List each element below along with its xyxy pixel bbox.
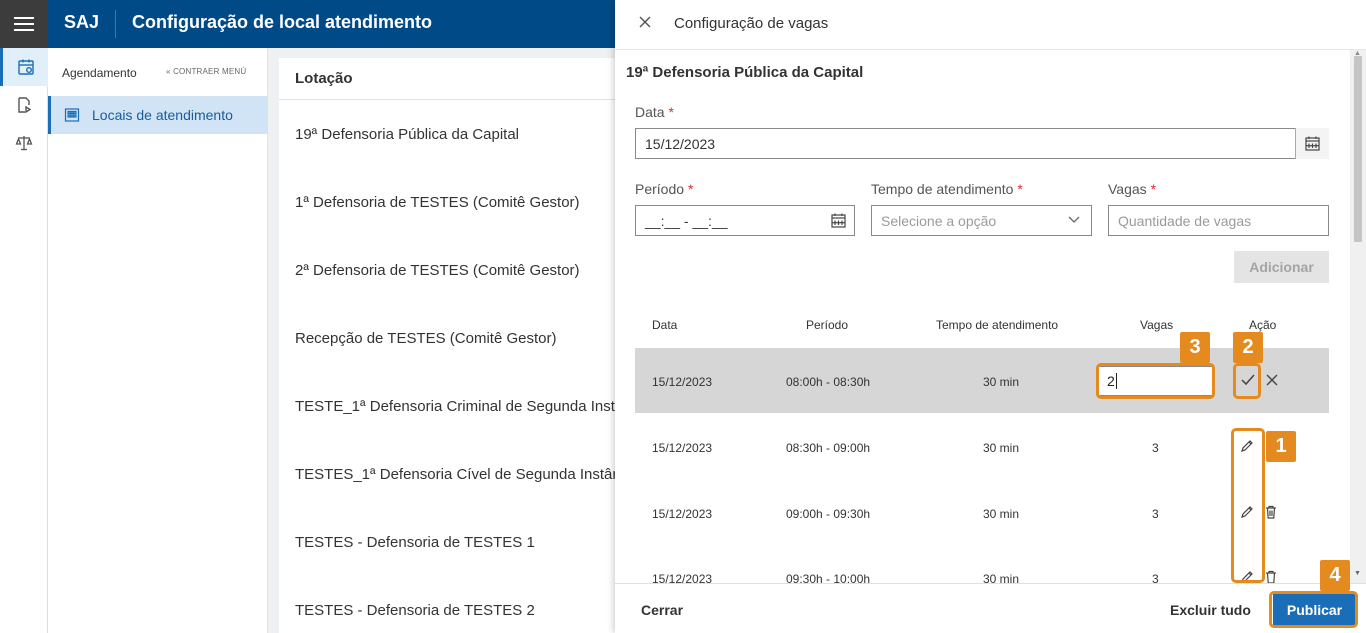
submenu-heading: Agendamento (62, 66, 137, 80)
lotacao-list: Lotação 19ª Defensoria Pública da Capita… (279, 58, 639, 633)
column-header-lotacao: Lotação (279, 58, 639, 100)
list-item[interactable]: 2ª Defensoria de TESTES (Comitê Gestor) (279, 236, 639, 304)
col-header-tempo: Tempo de atendimento (936, 318, 1059, 332)
collapse-menu-button[interactable]: « CONTRAER MENÚ (166, 67, 246, 76)
callout-number-4: 4 (1320, 560, 1350, 591)
table-row-editing (635, 348, 1329, 413)
data-label: Data * (635, 104, 674, 120)
chevron-down-icon (1068, 216, 1080, 223)
drawer-header: Configuração de vagas (615, 0, 1366, 50)
list-item[interactable]: TESTE_1ª Defensoria Criminal de Segunda … (279, 372, 639, 440)
scales-icon[interactable] (0, 124, 48, 162)
cell-tempo: 30 min (983, 572, 1020, 583)
data-field[interactable]: 15/12/2023 (635, 128, 1329, 159)
cell-periodo: 08:00h - 08:30h (786, 375, 871, 389)
list-item[interactable]: Recepção de TESTES (Comitê Gestor) (279, 304, 639, 372)
cell-data: 15/12/2023 (652, 572, 713, 583)
header-divider (115, 10, 116, 38)
calendar-icon[interactable] (1295, 128, 1329, 159)
list-item[interactable]: TESTES - Defensoria de TESTES 2 (279, 576, 639, 633)
cell-vagas: 3 (1152, 507, 1159, 521)
document-forward-icon[interactable] (0, 86, 48, 124)
calendar-icon[interactable] (821, 205, 855, 236)
list-item[interactable]: TESTES_1ª Defensoria Cível de Segunda In… (279, 440, 639, 508)
vagas-label: Vagas * (1108, 181, 1157, 197)
delete-all-button[interactable]: Excluir tudo (1170, 602, 1251, 618)
cell-data: 15/12/2023 (652, 441, 713, 455)
scrollbar[interactable]: ▲ ▼ (1350, 50, 1366, 583)
icon-rail (0, 48, 48, 633)
hamburger-menu-icon[interactable] (0, 0, 48, 48)
periodo-label: Período * (635, 181, 694, 197)
list-item[interactable]: 1ª Defensoria de TESTES (Comitê Gestor) (279, 168, 639, 236)
drawer-footer: Cerrar Excluir tudo Publicar (615, 583, 1366, 633)
submenu-item-label: Locais de atendimento (92, 107, 233, 123)
page-title: Configuração de local atendimento (132, 12, 433, 32)
close-button[interactable]: Cerrar (641, 602, 683, 618)
callout-box-2 (1233, 363, 1261, 399)
cell-tempo: 30 min (983, 507, 1020, 521)
cell-data: 15/12/2023 (652, 375, 713, 389)
trash-icon[interactable] (1264, 504, 1278, 520)
cell-tempo: 30 min (983, 441, 1020, 455)
vagas-input[interactable]: Quantidade de vagas (1108, 205, 1329, 236)
scroll-down-icon[interactable]: ▼ (1354, 570, 1361, 577)
col-header-periodo: Período (806, 318, 849, 332)
cell-periodo: 09:30h - 10:00h (786, 572, 871, 583)
cell-periodo: 09:00h - 09:30h (786, 507, 871, 521)
callout-box-4 (1269, 591, 1358, 628)
calendar-clock-icon[interactable] (0, 48, 48, 86)
submenu-item-locais[interactable]: Locais de atendimento (48, 96, 268, 134)
cell-vagas: 3 (1152, 441, 1159, 455)
submenu-panel: Agendamento « CONTRAER MENÚ Locais de at… (48, 48, 268, 633)
cell-vagas: 3 (1152, 572, 1159, 583)
cell-tempo: 30 min (983, 375, 1020, 389)
callout-number-1: 1 (1266, 431, 1296, 462)
list-item[interactable]: 19ª Defensoria Pública da Capital (279, 100, 639, 168)
close-icon[interactable] (637, 16, 653, 32)
callout-box-3 (1096, 363, 1215, 399)
cell-data: 15/12/2023 (652, 507, 713, 521)
callout-number-3: 3 (1180, 332, 1210, 363)
cancel-close-icon[interactable] (1264, 372, 1280, 388)
add-button[interactable]: Adicionar (1234, 251, 1329, 283)
cell-periodo: 08:30h - 09:00h (786, 441, 871, 455)
brand-logo: SAJ (64, 12, 100, 32)
col-header-data: Data (652, 318, 678, 332)
callout-box-1 (1231, 428, 1265, 583)
tempo-select[interactable]: Selecione a opção (871, 205, 1092, 236)
periodo-field[interactable]: __:__ - __:__ (635, 205, 855, 236)
trash-icon[interactable] (1264, 569, 1278, 583)
col-header-acao: Ação (1249, 318, 1277, 332)
building-icon (64, 108, 80, 122)
scroll-thumb[interactable] (1354, 56, 1362, 242)
col-header-vagas: Vagas (1140, 318, 1174, 332)
tempo-label: Tempo de atendimento * (871, 181, 1023, 197)
callout-number-2: 2 (1233, 332, 1263, 363)
org-title: 19ª Defensoria Pública da Capital (626, 64, 864, 81)
list-item[interactable]: TESTES - Defensoria de TESTES 1 (279, 508, 639, 576)
drawer-title: Configuração de vagas (674, 15, 829, 32)
